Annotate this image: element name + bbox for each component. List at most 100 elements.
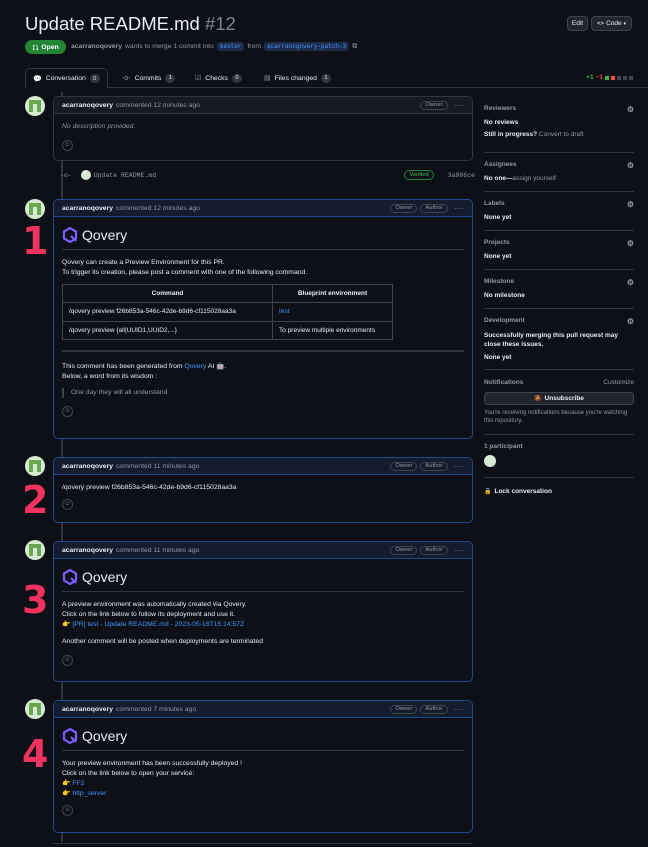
identicon-icon <box>29 100 41 112</box>
smiley-icon[interactable]: ☺ <box>62 654 73 666</box>
diff-added: +1 <box>586 74 594 81</box>
qovery-wordmark: Qovery <box>82 569 128 585</box>
tab-files-changed[interactable]: ▤ Files changed 1 <box>264 68 331 88</box>
sidebar-heading[interactable]: Milestone <box>484 278 514 287</box>
tab-count: 1 <box>165 73 176 83</box>
service-link[interactable]: 👉 http_server <box>62 789 464 799</box>
meta-from: from <box>247 43 262 50</box>
sidebar-heading[interactable]: Projects <box>484 239 510 248</box>
comment-time[interactable]: commented 12 minutes ago <box>116 102 200 109</box>
comment-time[interactable]: commented 12 minutes ago <box>116 205 200 212</box>
diffstat: +1 −1 <box>586 74 633 81</box>
comment-time[interactable]: commented 7 minutes ago <box>116 706 196 713</box>
comment-time[interactable]: commented 11 minutes ago <box>116 463 199 470</box>
comment-line: Click on the link below to open your ser… <box>62 770 195 778</box>
comment-author[interactable]: acarranoqovery <box>62 463 113 470</box>
comment-author[interactable]: acarranoqovery <box>62 102 113 109</box>
tab-commits[interactable]: -o- Commits 1 <box>122 68 176 88</box>
comment-line: This comment has been generated from Qov… <box>62 362 464 372</box>
kebab-icon[interactable]: ··· <box>455 101 465 110</box>
avatar[interactable] <box>25 540 45 560</box>
comment-author[interactable]: acarranoqovery <box>62 706 113 713</box>
table-cell: To preview multiple environments <box>272 320 393 341</box>
avatar[interactable] <box>25 456 45 476</box>
gear-icon[interactable]: ⚙ <box>627 317 634 326</box>
smiley-icon[interactable]: ☺ <box>62 498 73 510</box>
sidebar-heading[interactable]: Development <box>484 317 525 326</box>
smiley-icon[interactable]: ☺ <box>62 804 73 816</box>
tab-label: Commits <box>134 74 162 82</box>
code-icon: <> <box>596 20 605 27</box>
commit-message[interactable]: Update README.md <box>94 172 156 179</box>
service-link[interactable]: 👉 FF2 <box>62 779 464 789</box>
lock-icon: 🔒 <box>484 489 492 495</box>
commit-sha[interactable]: 3a006ce <box>448 172 475 179</box>
comment-line: Your preview environment has been succes… <box>62 760 242 768</box>
sidebar-projects: Projects ⚙ None yet <box>484 239 634 260</box>
code-button[interactable]: <> Code ▾ <box>591 16 632 31</box>
sidebar-heading[interactable]: Assignees <box>484 161 517 170</box>
kebab-icon[interactable]: ··· <box>455 546 465 555</box>
avatar[interactable] <box>25 699 45 719</box>
base-branch[interactable]: master <box>216 42 245 51</box>
qovery-logo: Qovery <box>62 225 464 245</box>
gear-icon[interactable]: ⚙ <box>627 239 634 248</box>
head-branch[interactable]: acarranoqovery-patch-3 <box>264 42 350 51</box>
environment-link[interactable]: 👉 [PR] test - Update README.md - 2023-05… <box>62 620 464 630</box>
status-badge: Open <box>25 40 66 54</box>
customize-link[interactable]: Customize <box>603 379 634 386</box>
sidebar-heading[interactable]: Reviewers <box>484 105 516 114</box>
kebab-icon[interactable]: ··· <box>455 705 465 714</box>
annotation-number: 3 <box>22 578 49 622</box>
gear-icon[interactable]: ⚙ <box>627 200 634 209</box>
edit-button[interactable]: Edit <box>567 16 588 31</box>
divider <box>484 369 634 370</box>
gear-icon[interactable]: ⚙ <box>627 161 634 170</box>
sidebar-value: None yet <box>484 214 512 221</box>
smiley-icon[interactable]: ☺ <box>62 139 73 151</box>
table-cell-link[interactable]: test <box>272 302 393 322</box>
participant-avatar[interactable] <box>484 455 496 467</box>
divider <box>484 269 634 270</box>
tab-checks[interactable]: ☑ Checks 0 <box>195 68 242 88</box>
unsubscribe-button[interactable]: 🔕 Unsubscribe <box>484 392 634 405</box>
comment-header: acarranoqovery commented 11 minutes ago … <box>54 542 472 559</box>
verified-badge[interactable]: Verified <box>404 170 434 180</box>
diff-square <box>623 75 627 80</box>
pr-tabs: 💬 Conversation 0 -o- Commits 1 ☑ Checks … <box>25 68 648 89</box>
diff-square <box>629 75 633 80</box>
tab-count: 0 <box>231 73 242 83</box>
owner-badge: Owner <box>390 704 418 714</box>
annotation-number: 2 <box>22 478 49 522</box>
sidebar-heading[interactable]: Labels <box>484 200 505 209</box>
file-diff-icon: ▤ <box>264 75 271 82</box>
comment-author[interactable]: acarranoqovery <box>62 205 113 212</box>
tab-conversation[interactable]: 💬 Conversation 0 <box>25 68 108 89</box>
unsubscribe-label: Unsubscribe <box>544 395 584 402</box>
author-badge: Author <box>420 461 448 471</box>
convert-to-draft-link[interactable]: Convert to draft <box>539 131 584 138</box>
avatar[interactable] <box>80 170 91 180</box>
gear-icon[interactable]: ⚙ <box>627 105 634 114</box>
identicon-icon <box>29 544 41 556</box>
gear-icon[interactable]: ⚙ <box>627 278 634 287</box>
pull-request-icon <box>33 44 39 50</box>
avatar[interactable] <box>25 199 45 219</box>
meta-author[interactable]: acarranoqovery <box>71 43 122 50</box>
smiley-icon[interactable]: ☺ <box>62 405 73 417</box>
comment-line: Qovery can create a Preview Environment … <box>62 259 225 267</box>
comment-author[interactable]: acarranoqovery <box>62 547 113 554</box>
status-label: Open <box>41 43 59 51</box>
table-header-row: Command Blueprint environment <box>62 283 393 304</box>
avatar[interactable] <box>25 96 45 116</box>
copy-icon[interactable]: ⧉ <box>352 43 357 51</box>
identicon-icon <box>29 460 41 472</box>
assign-yourself-link[interactable]: assign yourself <box>513 175 556 182</box>
sidebar-heading: 1 participant <box>484 443 523 450</box>
kebab-icon[interactable]: ··· <box>455 462 465 471</box>
qovery-logo-icon <box>62 728 78 745</box>
lock-conversation-link[interactable]: 🔒 Lock conversation <box>484 488 634 495</box>
comment-time[interactable]: commented 11 minutes ago <box>116 547 199 554</box>
kebab-icon[interactable]: ··· <box>455 204 465 213</box>
qovery-link[interactable]: Qovery <box>184 363 206 370</box>
